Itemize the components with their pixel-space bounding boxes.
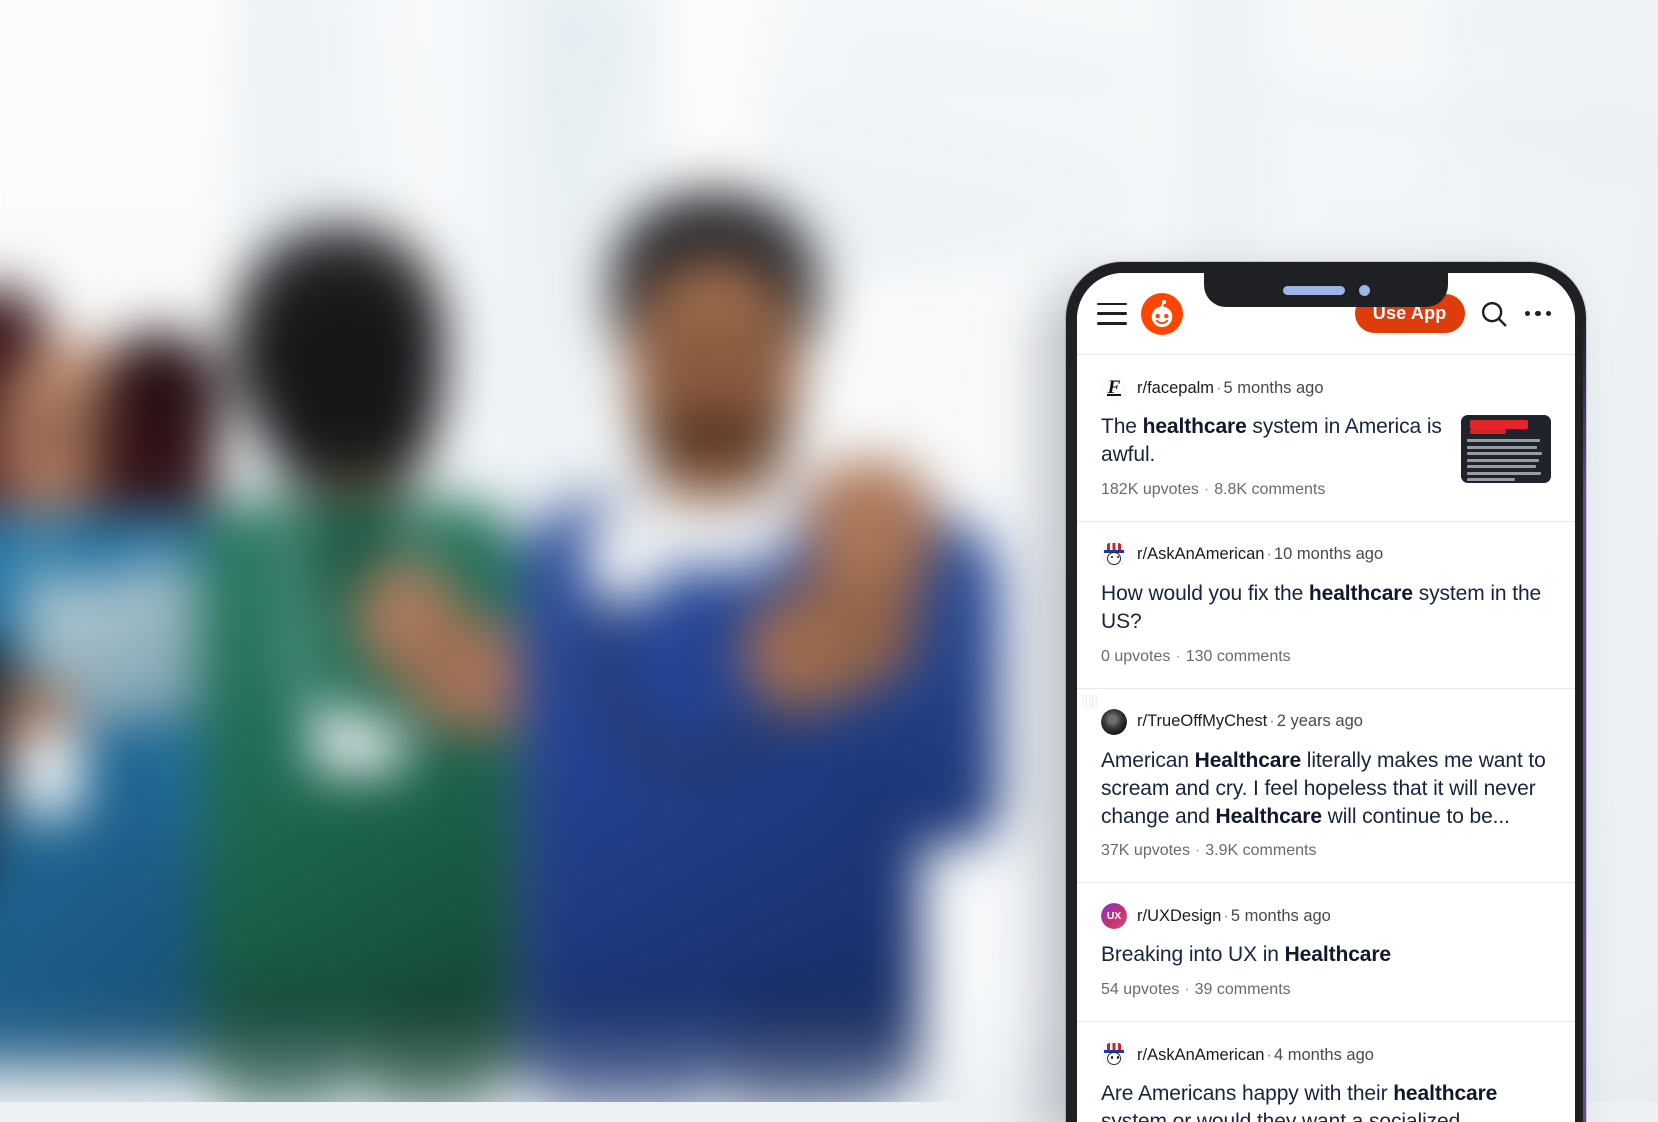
post-stats: 0 upvotes·130 comments [1101,648,1551,666]
phone-notch [1204,273,1448,307]
uxdesign-avatar-icon: UX [1101,903,1127,929]
meta-separator: · [1264,1046,1274,1064]
list-item[interactable]: r/AskAnAmerican·10 months ago How would … [1077,522,1575,689]
post-body: The healthcare system in America is awfu… [1101,413,1447,499]
phone-mockup: Use App F r/facepalm·5 months ago [1066,262,1586,1122]
hamburger-menu-icon[interactable] [1097,303,1127,325]
subreddit-name[interactable]: r/facepalm [1137,379,1214,397]
post-comments: 8.8K comments [1214,481,1325,498]
post-comments: 39 comments [1195,981,1291,998]
post-meta: UX r/UXDesign·5 months ago [1101,903,1551,929]
post-meta: r/TrueOffMyChest·2 years ago [1101,709,1551,735]
askanamerican-avatar-icon [1101,542,1127,568]
facepalm-avatar-icon: F [1101,375,1127,401]
post-meta: F r/facepalm·5 months ago [1101,375,1551,401]
post-meta: r/AskAnAmerican·10 months ago [1101,542,1551,568]
post-age: 4 months ago [1274,1046,1374,1064]
post-stats: 54 upvotes·39 comments [1101,981,1551,999]
search-icon[interactable] [1479,299,1509,329]
post-comments: 130 comments [1186,648,1291,665]
stats-separator: · [1190,842,1205,859]
post-meta-text: r/UXDesign·5 months ago [1137,907,1331,926]
post-upvotes: 37K upvotes [1101,842,1190,859]
list-item[interactable]: r/TrueOffMyChest·2 years ago American He… [1077,689,1575,884]
subreddit-name[interactable]: r/TrueOffMyChest [1137,712,1267,730]
subreddit-name[interactable]: r/AskAnAmerican [1137,1046,1264,1064]
list-item[interactable]: r/AskAnAmerican·4 months ago Are America… [1077,1022,1575,1122]
trueoffmychest-avatar-icon [1101,709,1127,735]
stats-separator: · [1179,981,1194,998]
post-meta: r/AskAnAmerican·4 months ago [1101,1042,1551,1068]
meta-separator: · [1264,545,1274,563]
stats-separator: · [1170,648,1185,665]
post-meta-text: r/AskAnAmerican·10 months ago [1137,545,1383,564]
post-meta-text: r/TrueOffMyChest·2 years ago [1137,712,1363,731]
askanamerican-avatar-icon [1101,1042,1127,1068]
post-title[interactable]: Breaking into UX in Healthcare [1101,941,1551,969]
post-content-row: The healthcare system in America is awfu… [1101,413,1551,499]
more-options-icon[interactable] [1523,305,1554,323]
post-title[interactable]: The healthcare system in America is awfu… [1101,413,1447,469]
list-item[interactable]: UX r/UXDesign·5 months ago Breaking into… [1077,883,1575,1022]
list-item[interactable]: F r/facepalm·5 months ago The healthcare… [1077,355,1575,522]
person-left-id-badge [16,730,82,816]
phone-screen: Use App F r/facepalm·5 months ago [1077,273,1575,1122]
uxdesign-avatar-label: UX [1101,903,1127,929]
post-stats: 182K upvotes·8.8K comments [1101,481,1447,499]
post-upvotes: 182K upvotes [1101,481,1199,498]
post-age: 2 years ago [1277,712,1363,730]
post-title[interactable]: Are Americans happy with their healthcar… [1101,1080,1551,1122]
post-meta-text: r/AskAnAmerican·4 months ago [1137,1046,1374,1065]
meta-separator: · [1214,379,1224,397]
post-stats: 37K upvotes·3.9K comments [1101,842,1551,860]
post-age: 10 months ago [1274,545,1383,563]
post-upvotes: 0 upvotes [1101,648,1170,665]
post-title[interactable]: How would you fix the healthcare system … [1101,580,1551,636]
subreddit-name[interactable]: r/UXDesign [1137,907,1221,925]
post-feed[interactable]: F r/facepalm·5 months ago The healthcare… [1077,355,1575,1122]
meta-separator: · [1221,907,1231,925]
person-right-id-badge [586,510,663,602]
post-title[interactable]: American Healthcare literally makes me w… [1101,747,1551,831]
stats-separator: · [1199,481,1214,498]
front-camera-icon [1359,285,1370,296]
post-upvotes: 54 upvotes [1101,981,1179,998]
stethoscope-bell [716,512,772,568]
post-age: 5 months ago [1224,379,1324,397]
post-comments: 3.9K comments [1205,842,1316,859]
post-meta-text: r/facepalm·5 months ago [1137,379,1324,398]
speaker-grille-icon [1283,286,1345,295]
post-thumbnail-screenshot[interactable] [1461,415,1551,483]
meta-separator: · [1267,712,1277,730]
person-right-brow [652,345,780,359]
reddit-logo-icon[interactable] [1141,293,1183,335]
person-center-hair-back [250,270,440,500]
subreddit-name[interactable]: r/AskAnAmerican [1137,545,1264,563]
post-age: 5 months ago [1231,907,1331,925]
person-right-mouth [670,418,746,452]
